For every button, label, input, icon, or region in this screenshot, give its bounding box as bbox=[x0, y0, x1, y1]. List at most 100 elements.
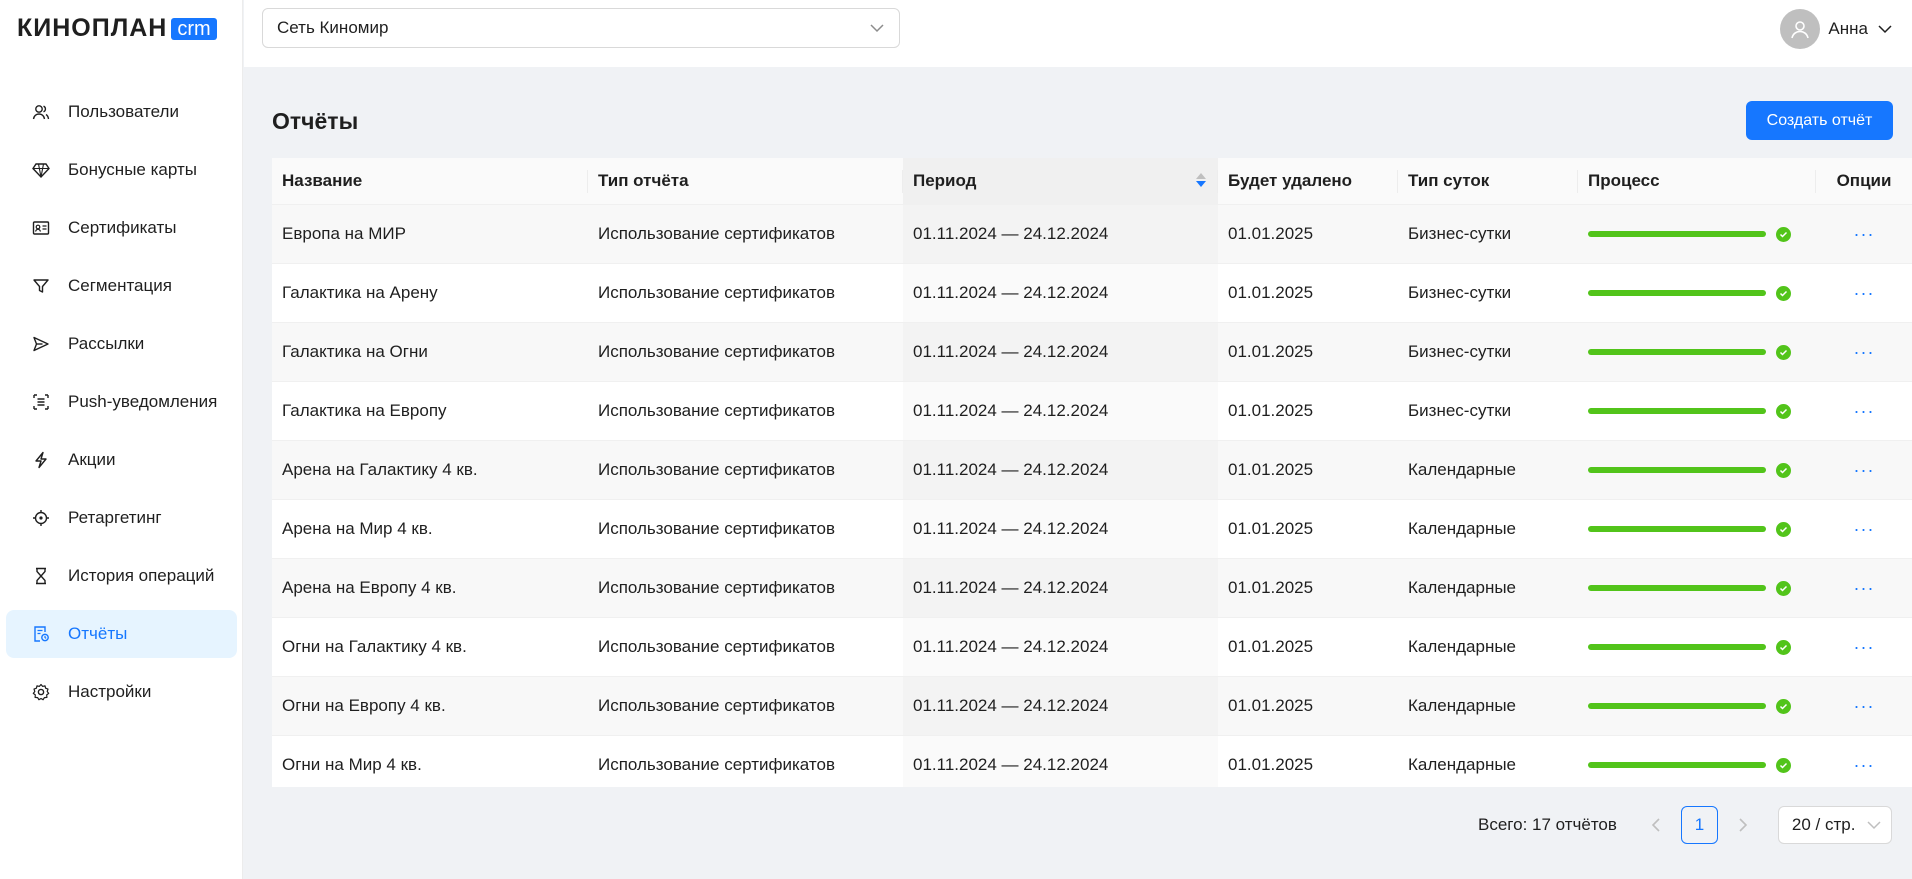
cell-period: 01.11.2024 — 24.12.2024 bbox=[913, 578, 1109, 597]
next-page-icon[interactable] bbox=[1728, 806, 1758, 844]
progress-fill bbox=[1588, 762, 1766, 768]
table-row[interactable]: Арена на Мир 4 кв. Использование сертифик… bbox=[272, 500, 1912, 559]
page-number[interactable]: 1 bbox=[1680, 806, 1718, 844]
sidebar-item-users[interactable]: Пользователи bbox=[6, 88, 237, 136]
more-options-icon[interactable]: ··· bbox=[1854, 696, 1875, 717]
more-options-icon[interactable]: ··· bbox=[1854, 519, 1875, 540]
sidebar-item-push[interactable]: Push-уведомления bbox=[6, 378, 237, 426]
network-select[interactable]: Сеть Киномир bbox=[262, 8, 900, 48]
cell-name: Огни на Европу 4 кв. bbox=[282, 696, 446, 715]
table-row[interactable]: Галактика на Огни Использование сертифика… bbox=[272, 323, 1912, 382]
sidebar-item-gear[interactable]: Настройки bbox=[6, 668, 237, 716]
cell-name: Арена на Галактику 4 кв. bbox=[282, 460, 478, 479]
progress-bar bbox=[1588, 226, 1791, 242]
app-logo[interactable]: КИНОПЛАН crm bbox=[17, 14, 217, 43]
cell-type: Использование сертификатов bbox=[598, 460, 835, 479]
table-row[interactable]: Арена на Галактику 4 кв. Использование се… bbox=[272, 441, 1912, 500]
cell-name: Арена на Европу 4 кв. bbox=[282, 578, 457, 597]
table-row[interactable]: Европа на МИР Использование сертификатов 0… bbox=[272, 205, 1912, 264]
cell-period: 01.11.2024 — 24.12.2024 bbox=[913, 696, 1109, 715]
cell-period: 01.11.2024 — 24.12.2024 bbox=[913, 224, 1109, 243]
more-options-icon[interactable]: ··· bbox=[1854, 283, 1875, 304]
more-options-icon[interactable]: ··· bbox=[1854, 224, 1875, 245]
check-circle-icon bbox=[1776, 226, 1791, 242]
sidebar-item-label: История операций bbox=[68, 566, 215, 585]
sidebar-item-diamond[interactable]: Бонусные карты bbox=[6, 146, 237, 194]
cell-type: Использование сертификатов bbox=[598, 696, 835, 715]
progress-fill bbox=[1588, 467, 1766, 473]
progress-fill bbox=[1588, 290, 1766, 296]
cell-process bbox=[1578, 618, 1816, 676]
column-header-process[interactable]: Процесс bbox=[1578, 158, 1816, 204]
column-header-name[interactable]: Название bbox=[272, 158, 588, 204]
more-options-icon[interactable]: ··· bbox=[1854, 460, 1875, 481]
cell-delete-at: 01.01.2025 bbox=[1228, 755, 1314, 774]
sidebar-item-label: Сертификаты bbox=[68, 218, 177, 237]
cell-delete-at: 01.01.2025 bbox=[1228, 342, 1314, 361]
sidebar-item-hourglass[interactable]: История операций bbox=[6, 552, 237, 600]
sidebar-item-filter[interactable]: Сегментация bbox=[6, 262, 237, 310]
table-row[interactable]: Огни на Мир 4 кв. Использование сертифика… bbox=[272, 736, 1912, 787]
chevron-down-icon bbox=[1867, 821, 1881, 830]
certificate-icon bbox=[32, 219, 50, 237]
progress-bar bbox=[1588, 521, 1791, 537]
sidebar-item-label: Бонусные карты bbox=[68, 160, 197, 179]
table-body: Европа на МИР Использование сертификатов 0… bbox=[272, 205, 1912, 787]
progress-fill bbox=[1588, 644, 1766, 650]
total-count: Всего: 17 отчётов bbox=[1478, 815, 1617, 834]
sidebar-item-certificate[interactable]: Сертификаты bbox=[6, 204, 237, 252]
table-row[interactable]: Арена на Европу 4 кв. Использование серти… bbox=[272, 559, 1912, 618]
sidebar-item-target[interactable]: Ретаргетинг bbox=[6, 494, 237, 542]
cell-delete-at: 01.01.2025 bbox=[1228, 578, 1314, 597]
cell-options: ··· bbox=[1816, 441, 1912, 499]
user-menu[interactable]: Анна bbox=[1780, 9, 1892, 49]
cell-period: 01.11.2024 — 24.12.2024 bbox=[913, 755, 1109, 774]
sort-icon[interactable] bbox=[1196, 173, 1206, 187]
cell-options: ··· bbox=[1816, 736, 1912, 787]
table-row[interactable]: Галактика на Арену Использование сертифик… bbox=[272, 264, 1912, 323]
sidebar-item-lightning[interactable]: Акции bbox=[6, 436, 237, 484]
table-row[interactable]: Галактика на Европу Использование сертифи… bbox=[272, 382, 1912, 441]
cell-period: 01.11.2024 — 24.12.2024 bbox=[913, 460, 1109, 479]
page-size-select[interactable]: 20 / стр. bbox=[1777, 806, 1892, 844]
cell-type: Использование сертификатов bbox=[598, 755, 835, 774]
more-options-icon[interactable]: ··· bbox=[1854, 578, 1875, 599]
sidebar-item-report[interactable]: Отчёты bbox=[6, 610, 237, 658]
create-report-button[interactable]: Создать отчёт bbox=[1746, 101, 1893, 140]
progress-bar bbox=[1588, 462, 1791, 478]
column-header-period[interactable]: Период bbox=[903, 158, 1218, 204]
column-header-delete-at[interactable]: Будет удалено bbox=[1218, 158, 1398, 204]
cell-delete-at: 01.01.2025 bbox=[1228, 519, 1314, 538]
target-icon bbox=[32, 509, 50, 527]
logo-text: КИНОПЛАН bbox=[17, 14, 168, 42]
more-options-icon[interactable]: ··· bbox=[1854, 401, 1875, 422]
progress-fill bbox=[1588, 408, 1766, 414]
more-options-icon[interactable]: ··· bbox=[1854, 342, 1875, 363]
cell-name: Галактика на Арену bbox=[282, 283, 438, 302]
cell-day-type: Бизнес-сутки bbox=[1408, 342, 1512, 361]
pagination: Всего: 17 отчётов 1 20 / стр. bbox=[1478, 806, 1892, 844]
progress-bar bbox=[1588, 403, 1791, 419]
cell-type: Использование сертификатов bbox=[598, 519, 835, 538]
table-row[interactable]: Огни на Галактику 4 кв. Использование сер… bbox=[272, 618, 1912, 677]
sidebar-item-send[interactable]: Рассылки bbox=[6, 320, 237, 368]
more-options-icon[interactable]: ··· bbox=[1854, 755, 1875, 776]
cell-day-type: Календарные bbox=[1408, 696, 1517, 715]
avatar bbox=[1780, 9, 1821, 49]
sidebar-item-label: Настройки bbox=[68, 682, 152, 701]
column-header-type[interactable]: Тип отчёта bbox=[588, 158, 903, 204]
table-row[interactable]: Огни на Европу 4 кв. Использование сертиф… bbox=[272, 677, 1912, 736]
page-title: Отчёты bbox=[272, 108, 359, 134]
check-circle-icon bbox=[1776, 580, 1791, 596]
column-header-day-type[interactable]: Тип суток bbox=[1398, 158, 1578, 204]
cell-process bbox=[1578, 559, 1816, 617]
cell-options: ··· bbox=[1816, 618, 1912, 676]
more-options-icon[interactable]: ··· bbox=[1854, 637, 1875, 658]
check-circle-icon bbox=[1776, 462, 1791, 478]
cell-delete-at: 01.01.2025 bbox=[1228, 696, 1314, 715]
top-bar: Сеть Киномир Анна bbox=[244, 0, 1912, 67]
cell-period: 01.11.2024 — 24.12.2024 bbox=[913, 519, 1109, 538]
progress-fill bbox=[1588, 231, 1766, 237]
prev-page-icon[interactable] bbox=[1641, 806, 1671, 844]
cell-options: ··· bbox=[1816, 677, 1912, 735]
